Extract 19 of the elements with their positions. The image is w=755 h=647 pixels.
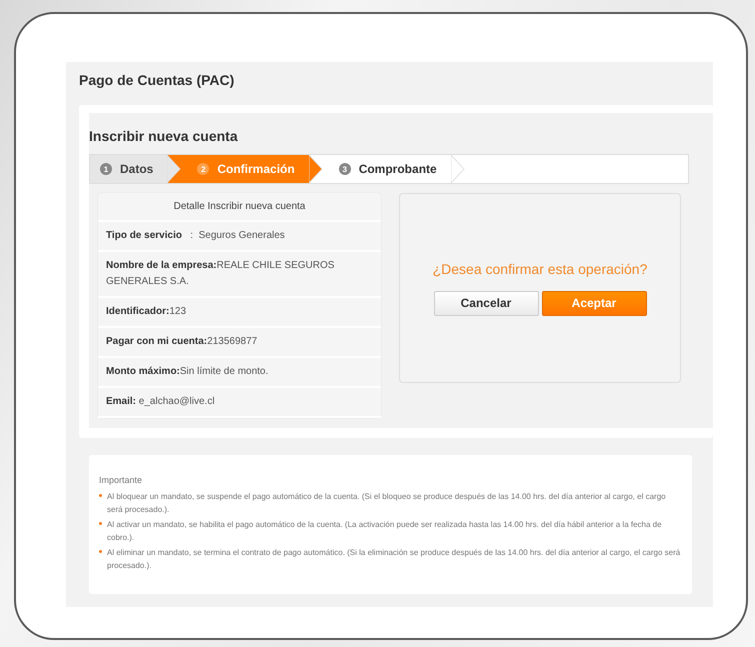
detail-heading: Detalle Inscribir nueva cuenta bbox=[98, 193, 381, 222]
bullet-icon bbox=[99, 522, 102, 525]
notice-title: Importante bbox=[99, 475, 144, 485]
notice-text: Al bloquear un mandato, se suspende el pago automático de la cuenta. (Si el bloqueo se produce después de las 14.00 hrs. del día anterior al cargo, el cargo será procesado.). bbox=[107, 491, 667, 516]
cancel-button[interactable]: Cancelar bbox=[434, 290, 538, 316]
bullet-icon bbox=[99, 550, 102, 553]
page-title: Pago de Cuentas (PAC) bbox=[79, 72, 236, 88]
notice-text: Al eliminar un mandato, se termina el contrato de pago automático. (Si la eliminación se produce después de las 14.00 hrs. del día anterior al cargo, el cargo será procesado.). bbox=[107, 547, 682, 572]
step-tab[interactable]: 1 Datos bbox=[90, 155, 182, 183]
detail-row: Monto máximo:Sin límite de monto. bbox=[98, 358, 381, 388]
notice-text: Al activar un mandato, se habilita el pago automático de la cuenta. (La activación puede ser realizada hasta las 14.00 hrs. del día hábil anterior a la fecha de cobro.). bbox=[107, 519, 663, 544]
section-title: Inscribir nueva cuenta bbox=[89, 127, 239, 146]
confirm-question: ¿Desea confirmar esta operación? bbox=[432, 260, 648, 276]
detail-row: Pagar con mi cuenta:213569877 bbox=[98, 328, 381, 358]
bullet-icon bbox=[99, 494, 102, 497]
detail-row: Tipo de servicio : Seguros Generales bbox=[98, 222, 381, 252]
detail-row: Identificador:123 bbox=[98, 298, 381, 328]
detail-row: Nombre de la empresa:REALE CHILE SEGUROS GENERALES S.A. bbox=[98, 252, 381, 298]
detail-row: Email: e_alchao@live.cl bbox=[98, 388, 381, 418]
